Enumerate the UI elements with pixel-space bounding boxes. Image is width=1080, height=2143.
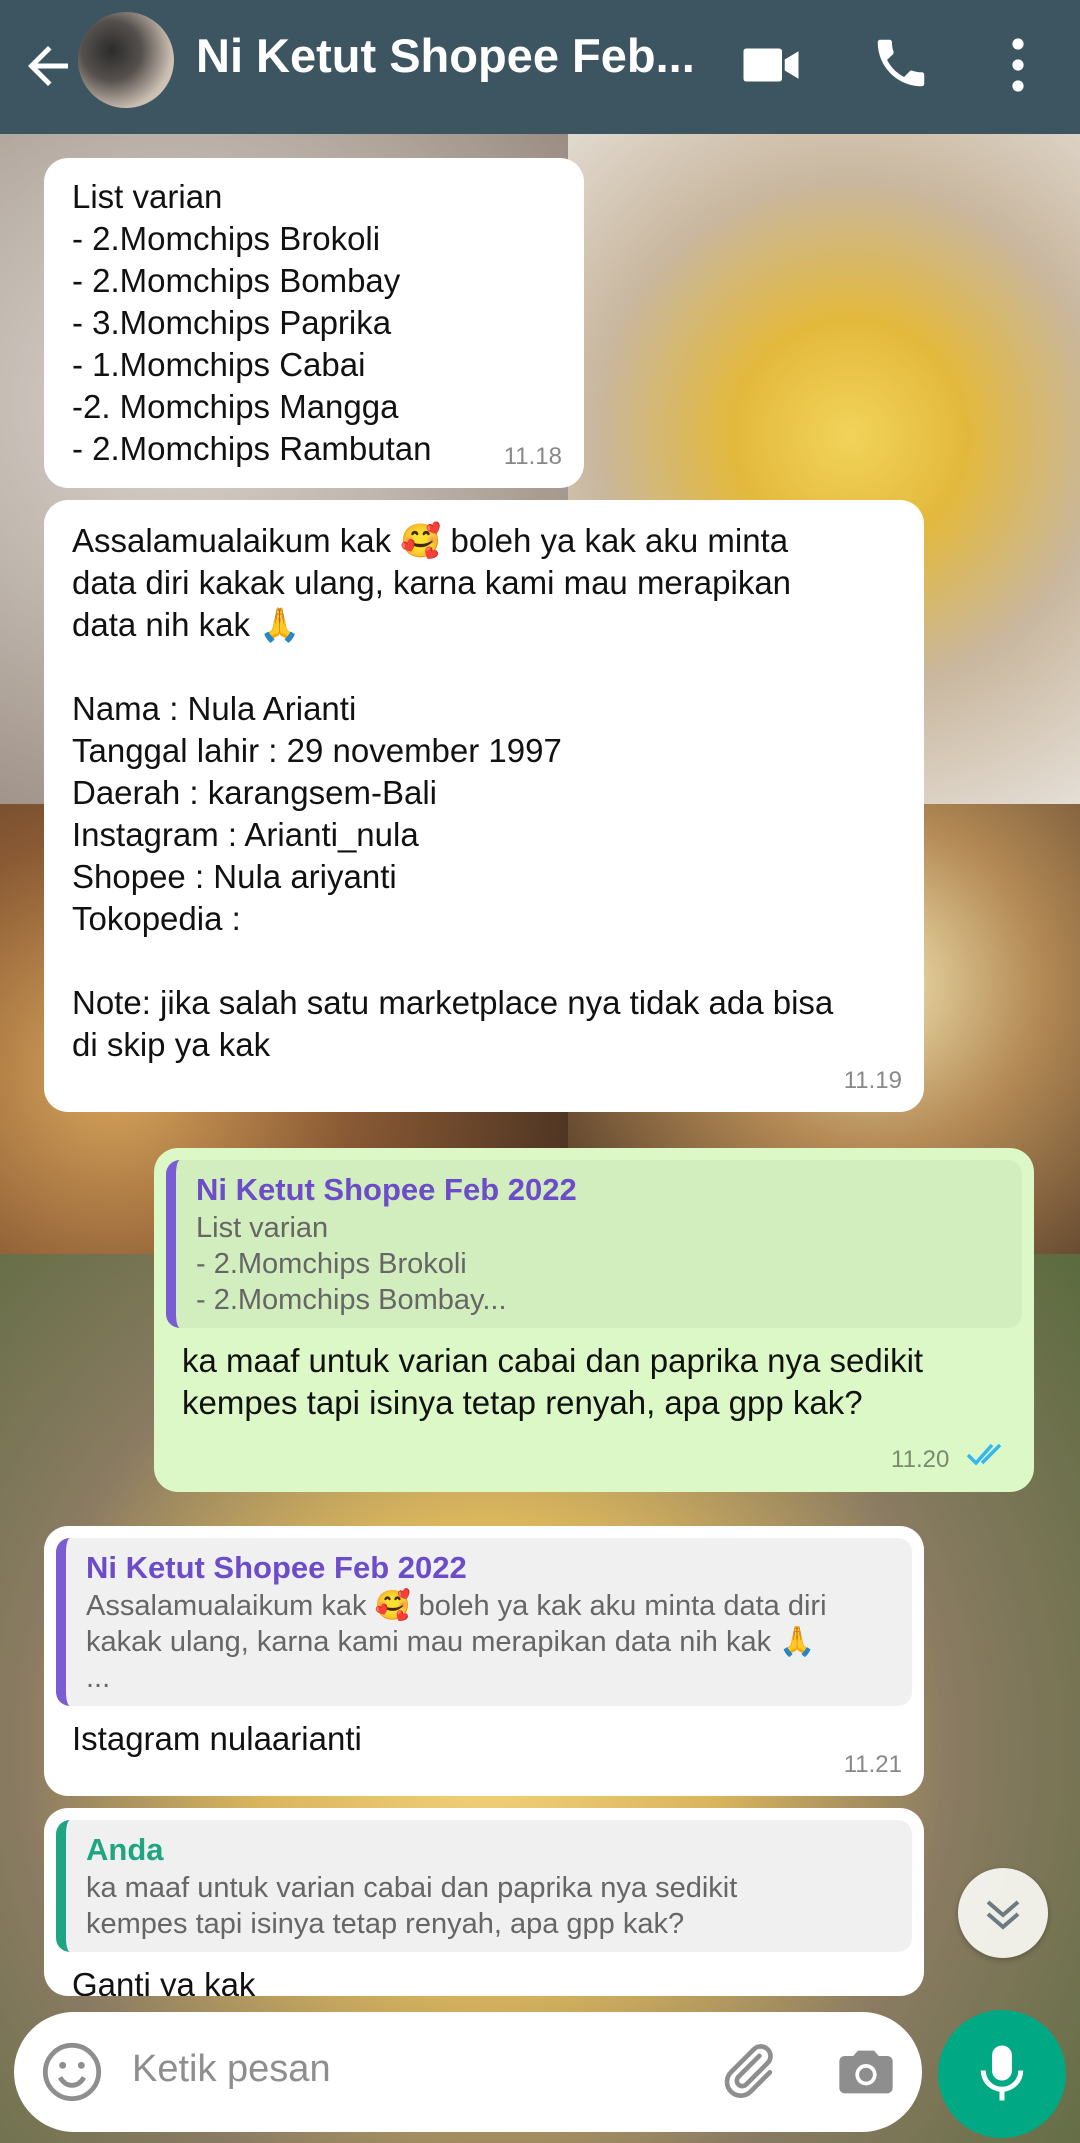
paperclip-icon[interactable]	[714, 2038, 780, 2104]
scroll-to-bottom-button[interactable]	[958, 1868, 1048, 1958]
emoji-icon[interactable]	[40, 2040, 104, 2104]
avatar[interactable]	[78, 12, 174, 108]
message-time: 11.21	[843, 1751, 902, 1778]
message-text: ka maaf untuk varian cabai dan paprika n…	[182, 1342, 924, 1421]
message-time: 11.19	[843, 1067, 902, 1094]
message-bubble-incoming[interactable]: Ni Ketut Shopee Feb 2022 Assalamualaikum…	[44, 1526, 924, 1796]
arrow-left-icon[interactable]	[18, 36, 78, 96]
message-bubble-incoming[interactable]: List varian - 2.Momchips Brokoli - 2.Mom…	[44, 158, 584, 488]
message-bubble-outgoing[interactable]: Ni Ketut Shopee Feb 2022 List varian - 2…	[154, 1148, 1034, 1492]
message-status: 11.20	[891, 1439, 1012, 1482]
message-bubble-incoming[interactable]: Anda ka maaf untuk varian cabai dan papr…	[44, 1808, 924, 1996]
camera-icon[interactable]	[834, 2040, 898, 2104]
chat-header: Ni Ketut Shopee Feb...	[0, 0, 1080, 134]
quoted-message[interactable]: Ni Ketut Shopee Feb 2022 Assalamualaikum…	[56, 1538, 912, 1706]
microphone-button[interactable]	[938, 2010, 1066, 2138]
message-composer: Ketik pesan	[14, 2012, 922, 2132]
quoted-sender: Ni Ketut Shopee Feb 2022	[86, 1550, 467, 1585]
message-time: 11.18	[503, 443, 562, 470]
message-text: Ganti ya kak	[72, 1966, 256, 1996]
quoted-sender: Anda	[86, 1832, 164, 1867]
double-check-icon	[966, 1440, 1012, 1482]
quoted-text: List varian - 2.Momchips Brokoli - 2.Mom…	[196, 1212, 507, 1316]
message-text: List varian - 2.Momchips Brokoli - 2.Mom…	[72, 178, 432, 467]
message-text: Istagram nulaarianti	[72, 1720, 362, 1757]
quoted-text: Assalamualaikum kak 🥰 boleh ya kak aku m…	[86, 1590, 827, 1694]
quoted-text: ka maaf untuk varian cabai dan paprika n…	[86, 1872, 738, 1940]
chevron-double-down-icon	[986, 1900, 1020, 1930]
video-camera-icon[interactable]	[738, 32, 804, 98]
message-input[interactable]: Ketik pesan	[132, 2048, 331, 2091]
message-text: Assalamualaikum kak 🥰 boleh ya kak aku m…	[72, 522, 834, 1063]
message-time: 11.20	[891, 1446, 950, 1474]
phone-icon[interactable]	[870, 32, 936, 98]
microphone-icon	[980, 2045, 1024, 2101]
quoted-message[interactable]: Ni Ketut Shopee Feb 2022 List varian - 2…	[166, 1160, 1022, 1328]
quoted-message[interactable]: Anda ka maaf untuk varian cabai dan papr…	[56, 1820, 912, 1952]
quoted-sender: Ni Ketut Shopee Feb 2022	[196, 1172, 577, 1207]
message-bubble-incoming[interactable]: Assalamualaikum kak 🥰 boleh ya kak aku m…	[44, 500, 924, 1112]
contact-name[interactable]: Ni Ketut Shopee Feb...	[196, 28, 696, 83]
more-vert-icon[interactable]	[990, 32, 1046, 98]
